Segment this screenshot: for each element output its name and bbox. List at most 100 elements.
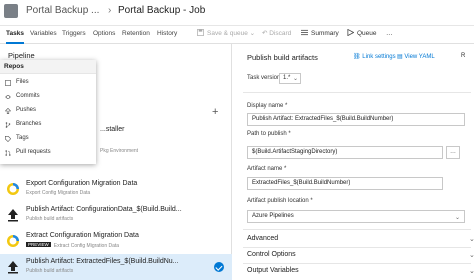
artifact-name-value: ExtractedFiles_$(Build.BuildNumber) (252, 180, 351, 186)
link-settings-label: Link settings (362, 54, 396, 60)
repos-menu-item-files[interactable]: Files (0, 76, 96, 90)
task-title: Extract Configuration Migration Data (26, 232, 139, 239)
display-name-value: Publish Artifact: ExtractedFiles_$(Build… (252, 116, 394, 122)
clipboard-icon: ▤ (397, 54, 403, 60)
summary-label: Summary (311, 30, 339, 37)
task-details-title: Publish build artifacts (247, 53, 318, 62)
play-icon (347, 29, 354, 36)
breadcrumb-pipeline[interactable]: Portal Backup ... (26, 0, 99, 22)
summary-button[interactable]: Summary (301, 26, 339, 44)
repos-menu-label: Pushes (16, 107, 37, 113)
task-title: ...staller (100, 126, 125, 133)
divider (243, 263, 471, 264)
divider (243, 247, 471, 248)
breadcrumb-separator-icon: › (108, 5, 112, 16)
save-icon (197, 29, 204, 36)
enabled-check-icon[interactable] (214, 262, 224, 272)
publish-location-select[interactable]: Azure Pipelines ⌄ (247, 210, 465, 223)
publish-location-label: Artifact publish location * (247, 198, 313, 204)
path-to-publish-field[interactable]: $(Build.ArtifactStagingDirectory) (247, 146, 443, 159)
task-version-select[interactable]: 1.* ⌄ (279, 73, 301, 84)
page-title: Portal Backup - Job (118, 5, 206, 16)
advanced-section[interactable]: Advanced ⌄ (247, 235, 474, 243)
save-queue-label: Save & queue (207, 30, 248, 37)
repos-menu-item-commits[interactable]: Commits (0, 90, 96, 104)
task-list-pane: Pipeline + ...staller Pkg Environment Ex… (0, 44, 232, 280)
repos-menu-item-branches[interactable]: Branches (0, 118, 96, 132)
task-title: Publish Artifact: ConfigurationData_$(Bu… (26, 206, 182, 213)
divider (243, 92, 471, 93)
chevron-down-icon: ⌄ (469, 252, 474, 259)
task-row[interactable]: Publish Artifact: ConfigurationData_$(Bu… (0, 202, 232, 228)
commit-icon (5, 95, 11, 99)
output-variables-section[interactable]: Output Variables ⌄ (247, 267, 474, 275)
chevron-down-icon: ⌄ (469, 268, 474, 275)
tag-icon (5, 136, 11, 142)
queue-button[interactable]: Queue (347, 26, 377, 44)
task-subtitle: Extract Config Migration Data (53, 243, 120, 249)
repos-menu-item-pull-requests[interactable]: Pull requests (0, 146, 96, 160)
repos-menu-item-pushes[interactable]: Pushes (0, 104, 96, 118)
save-queue-button[interactable]: Save & queue ⌄ (197, 26, 255, 44)
power-platform-icon (7, 235, 19, 247)
task-row[interactable]: Export Configuration Migration Data Expo… (0, 176, 232, 202)
task-subtitle-row: PREVIEW Extract Config Migration Data (26, 242, 119, 249)
pull-request-icon (5, 150, 11, 156)
chevron-down-icon: ⌄ (292, 76, 298, 82)
repos-menu-label: Tags (16, 135, 29, 141)
artifact-name-field[interactable]: ExtractedFiles_$(Build.BuildNumber) (247, 177, 443, 190)
build-pipeline-icon[interactable] (4, 4, 18, 18)
task-subtitle: Export Config Migration Data (26, 190, 91, 196)
undo-icon: ↶ (262, 30, 268, 37)
task-details-pane: Publish build artifacts ⛓ Link settings … (233, 44, 474, 280)
divider (243, 229, 471, 230)
chevron-down-icon: ⌄ (454, 215, 460, 221)
upload-artifact-icon (8, 261, 18, 274)
control-options-section-label: Control Options (247, 251, 296, 258)
repos-menu-title: Repos (4, 63, 24, 70)
task-row-selected[interactable]: Publish Artifact: ExtractedFiles_$(Build… (0, 254, 232, 280)
discard-button[interactable]: ↶ Discard (262, 26, 291, 44)
more-actions-button[interactable]: … (386, 26, 393, 44)
file-icon (5, 80, 11, 86)
remove-button[interactable]: R (461, 53, 465, 59)
display-name-field[interactable]: Publish Artifact: ExtractedFiles_$(Build… (247, 113, 465, 126)
discard-label: Discard (269, 30, 292, 37)
task-version-label: Task version (247, 75, 281, 81)
view-yaml-label: View YAML (404, 54, 435, 60)
repos-menu-label: Commits (16, 93, 40, 99)
pipeline-label: Pipeline (8, 51, 35, 60)
output-variables-section-label: Output Variables (247, 267, 299, 274)
publish-location-value: Azure Pipelines (252, 213, 294, 219)
tab-options[interactable]: Options (93, 26, 115, 44)
power-platform-icon (7, 183, 19, 195)
chevron-down-icon: ⌄ (249, 30, 256, 37)
artifact-name-label: Artifact name * (247, 166, 287, 172)
link-icon: ⛓ (353, 54, 361, 60)
upload-artifact-icon (8, 209, 18, 222)
tab-triggers[interactable]: Triggers (62, 26, 86, 44)
browse-path-button[interactable]: … (446, 146, 460, 159)
tab-retention[interactable]: Retention (122, 26, 150, 44)
tab-bar: Tasks Variables Triggers Options Retenti… (0, 26, 474, 44)
view-yaml-button[interactable]: ▤ View YAML (397, 53, 435, 60)
advanced-section-label: Advanced (247, 235, 279, 242)
tab-variables[interactable]: Variables (30, 26, 57, 44)
display-name-label: Display name * (247, 103, 288, 109)
task-subtitle: Publish build artifacts (26, 268, 74, 274)
repos-menu-item-tags[interactable]: Tags (0, 132, 96, 146)
repos-menu-label: Pull requests (16, 149, 51, 155)
task-row[interactable]: Extract Configuration Migration Data PRE… (0, 228, 232, 254)
push-icon (5, 108, 11, 114)
control-options-section[interactable]: Control Options ⌄ (247, 251, 474, 259)
repos-menu-label: Branches (16, 121, 42, 127)
list-icon (301, 29, 308, 36)
repos-menu-header: Repos (0, 60, 96, 74)
add-task-button[interactable]: + (212, 106, 218, 118)
tab-history[interactable]: History (157, 26, 177, 44)
link-settings-button[interactable]: ⛓ Link settings (353, 53, 396, 60)
tab-tasks[interactable]: Tasks (6, 26, 24, 44)
path-to-publish-label: Path to publish * (247, 131, 291, 137)
task-subtitle: Publish build artifacts (26, 216, 74, 222)
path-to-publish-value: $(Build.ArtifactStagingDirectory) (252, 149, 338, 155)
